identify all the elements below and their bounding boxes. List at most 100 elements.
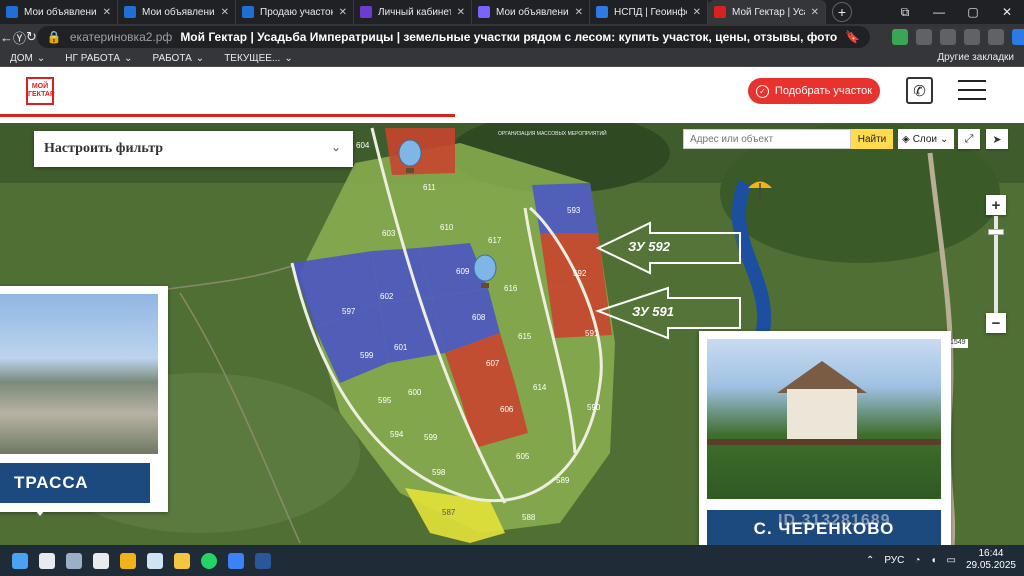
plot-number[interactable]: 611 (423, 183, 436, 192)
filter-dropdown[interactable]: Настроить фильтр ⌄ (34, 131, 353, 167)
app-icon[interactable] (120, 552, 136, 569)
zoom-in-button[interactable]: + (986, 195, 1006, 215)
minimize-icon[interactable]: — (922, 0, 956, 24)
app-icon[interactable] (147, 552, 163, 569)
plot-number[interactable]: 600 (408, 388, 421, 397)
other-bookmarks[interactable]: Другие закладки (937, 52, 1014, 63)
plot-number[interactable]: 615 (518, 332, 531, 341)
close-icon[interactable]: ✕ (339, 7, 347, 18)
language-indicator[interactable]: РУС (884, 555, 904, 566)
bookmark-icon[interactable]: 🔖 (845, 30, 860, 44)
clock[interactable]: 16:44 29.05.2025 (966, 548, 1016, 572)
windows-start-icon[interactable] (12, 552, 28, 569)
app-icon[interactable] (39, 552, 55, 569)
close-window-icon[interactable]: ✕ (990, 0, 1024, 24)
zoom-out-button[interactable]: − (986, 313, 1006, 333)
browser-tab[interactable]: Мои объявления ✕ (0, 0, 118, 24)
chevron-down-icon: ⌄ (36, 52, 46, 64)
plot-number[interactable]: 616 (504, 284, 517, 293)
plot-number[interactable]: 610 (440, 223, 453, 232)
browser-tab[interactable]: НСПД | Геоинформац ✕ (590, 0, 708, 24)
extension-icon[interactable] (988, 29, 1005, 45)
folder-icon[interactable] (174, 552, 190, 569)
close-icon[interactable]: ✕ (221, 7, 229, 18)
plot-number[interactable]: 591 (585, 329, 598, 338)
plot-number[interactable]: 597 (342, 307, 355, 316)
plot-number[interactable]: 608 (472, 313, 485, 322)
volume-icon[interactable]: ◖ (930, 555, 936, 566)
yandex-browser-icon[interactable] (228, 552, 244, 569)
close-icon[interactable]: ✕ (575, 7, 583, 18)
plot-number[interactable]: 590 (587, 403, 600, 412)
plot-number[interactable]: 592 (573, 269, 586, 278)
plot-number[interactable]: 595 (378, 396, 391, 405)
layers-button[interactable]: ◈ Слои ⌄ (898, 129, 954, 149)
battery-icon[interactable]: ▭ (946, 555, 955, 566)
extension-icon[interactable] (892, 29, 909, 45)
tab-label: НСПД | Геоинформац (614, 6, 687, 18)
chevron-up-icon[interactable]: ⌃ (866, 555, 874, 566)
plot-number[interactable]: 601 (394, 343, 407, 352)
plot-number[interactable]: 594 (390, 430, 403, 439)
browser-tab[interactable]: Мои объявления ✕ (118, 0, 236, 24)
puzzle-icon[interactable] (940, 29, 957, 45)
plot-map[interactable]: 604 602 603 609 608 597 599 601 593 606 … (0, 123, 1024, 545)
check-icon: ✓ (755, 84, 769, 98)
bookmark-folder[interactable]: РАБОТА ⌄ (142, 53, 214, 64)
reload-icon[interactable]: ↻ (26, 24, 37, 50)
plot-number[interactable]: 598 (432, 468, 445, 477)
close-icon[interactable]: ✕ (811, 7, 819, 18)
yandex-icon[interactable]: Ⓨ (13, 24, 26, 50)
app-icon[interactable] (93, 552, 109, 569)
extension-icon[interactable] (964, 29, 981, 45)
plot-number[interactable]: 588 (522, 513, 535, 522)
plot-number[interactable]: 614 (533, 383, 546, 392)
tab-search-icon[interactable]: ⧉ (888, 0, 922, 24)
extension-icon[interactable] (916, 29, 933, 45)
zoom-slider-handle[interactable] (988, 229, 1004, 235)
fullscreen-icon[interactable]: ⤢ (958, 129, 980, 149)
maximize-icon[interactable]: ▢ (956, 0, 990, 24)
road-number: 1549 (950, 339, 966, 346)
app-icon[interactable] (66, 552, 82, 569)
plot-number[interactable]: 599 (360, 351, 373, 360)
plot-number[interactable]: 602 (380, 292, 393, 301)
plot-number[interactable]: 607 (486, 359, 499, 368)
highway-card[interactable]: ТРАССА (0, 286, 168, 516)
bookmark-folder[interactable]: ДОМ ⌄ (0, 53, 55, 64)
browser-tab[interactable]: Личный кабинет - Об ✕ (354, 0, 472, 24)
extension-icon[interactable] (1012, 29, 1024, 45)
plot-number[interactable]: 587 (442, 508, 455, 517)
browser-tab-active[interactable]: Мой Гектар | Усадь ✕ (708, 0, 826, 24)
plot-number[interactable]: 604 (356, 141, 369, 150)
new-tab-button[interactable]: + (832, 2, 852, 22)
wifi-icon[interactable]: ◔ (914, 555, 920, 566)
bookmark-folder[interactable]: НГ РАБОТА ⌄ (55, 53, 142, 64)
close-icon[interactable]: ✕ (693, 7, 701, 18)
plot-number[interactable]: 603 (382, 229, 395, 238)
plot-number[interactable]: 609 (456, 267, 469, 276)
plot-number[interactable]: 589 (556, 476, 569, 485)
map-search-input[interactable] (683, 129, 851, 149)
geolocation-icon[interactable]: ➤ (986, 129, 1008, 149)
browser-tab[interactable]: Мои объявления ✕ (472, 0, 590, 24)
whatsapp-icon[interactable] (201, 552, 217, 569)
close-icon[interactable]: ✕ (103, 7, 111, 18)
plot-number[interactable]: 605 (516, 452, 529, 461)
plot-number[interactable]: 599 (424, 433, 437, 442)
plot-number[interactable]: 606 (500, 405, 513, 414)
clock-time: 16:44 (978, 548, 1004, 559)
menu-icon[interactable] (958, 80, 986, 102)
bookmark-folder[interactable]: ТЕКУЩЕЕ... ⌄ (214, 53, 303, 64)
plot-number[interactable]: 617 (488, 236, 501, 245)
site-logo[interactable]: МОЙ ГЕКТАР (26, 77, 55, 105)
phone-icon[interactable]: ✆ (906, 77, 933, 104)
plot-number[interactable]: 593 (567, 206, 580, 215)
back-icon[interactable]: ← (0, 24, 13, 50)
pick-plot-button[interactable]: ✓ Подобрать участок (748, 78, 880, 104)
browser-tab[interactable]: Продаю участок 99,9 ✕ (236, 0, 354, 24)
close-icon[interactable]: ✕ (457, 7, 465, 18)
map-search-button[interactable]: Найти (851, 129, 893, 149)
word-icon[interactable] (255, 552, 271, 569)
address-bar[interactable]: 🔒 екатериновка2.рф Мой Гектар | Усадьба … (36, 26, 871, 48)
